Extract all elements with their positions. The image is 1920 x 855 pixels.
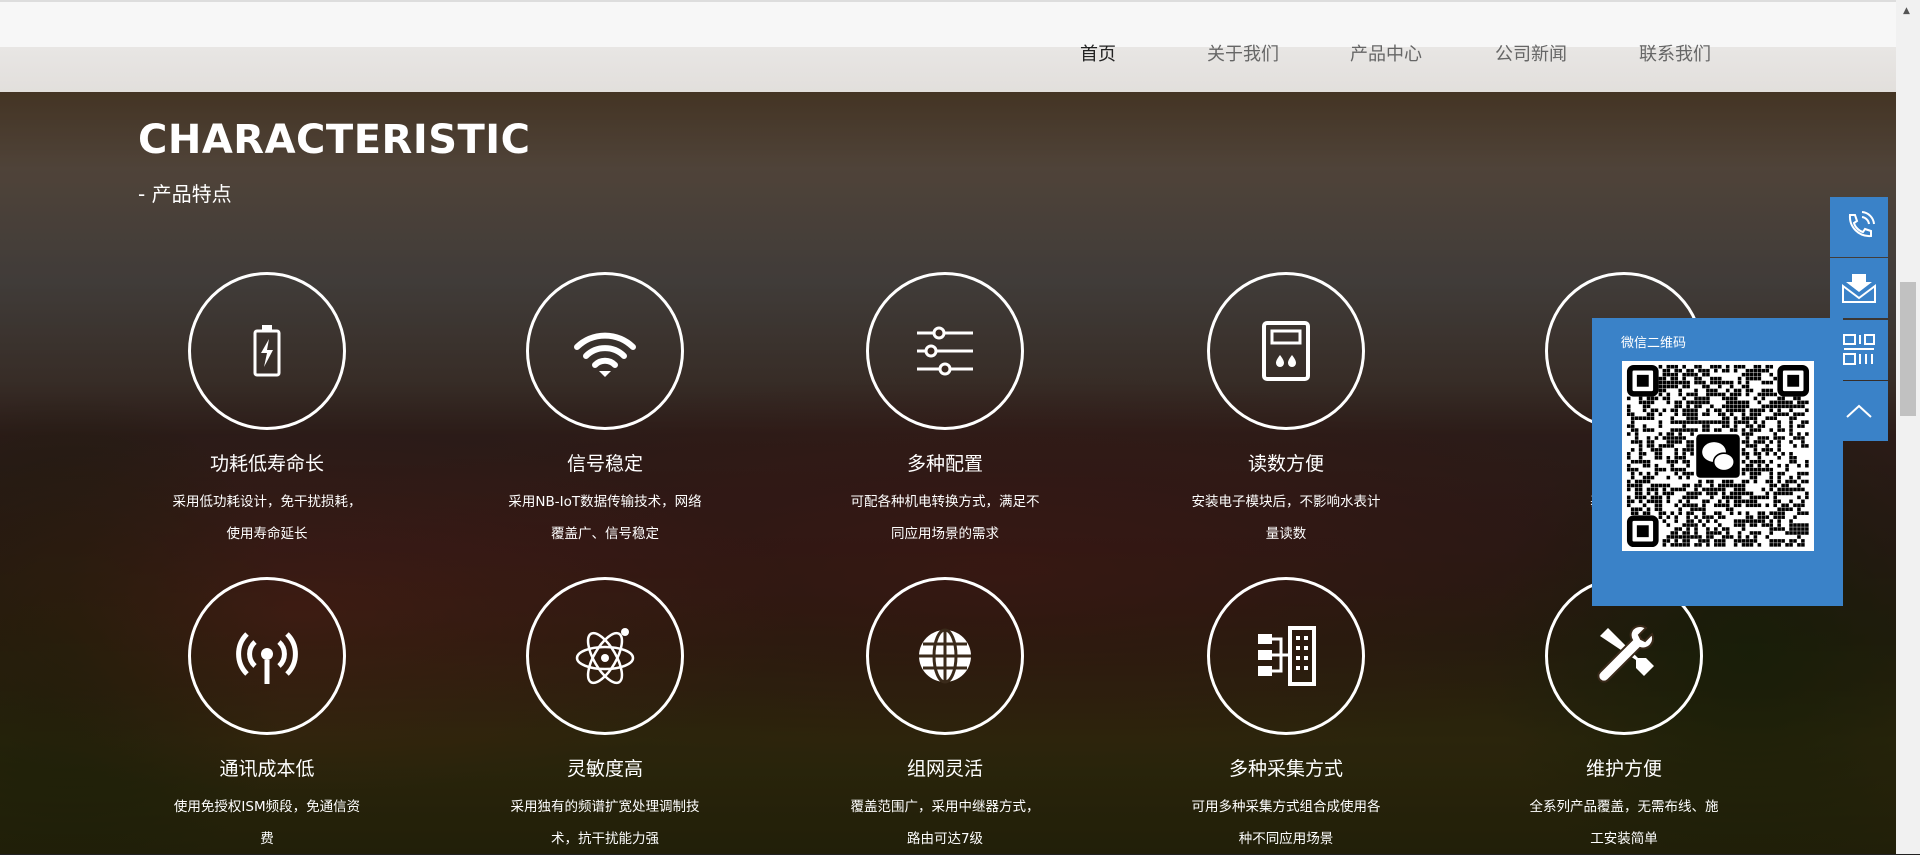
feature-card: 维护方便 全系列产品覆盖，无需布线、施 工安装简单 bbox=[1494, 577, 1754, 855]
feature-icon-circle[interactable] bbox=[188, 577, 346, 735]
feature-card: 信号稳定 采用NB-IoT数据传输技术，网络 覆盖广、信号稳定 bbox=[475, 272, 735, 550]
feature-title: 灵敏度高 bbox=[566, 758, 643, 780]
feature-card: 多种配置 可配各种机电转换方式，满足不 同应用场景的需求 bbox=[815, 272, 1075, 550]
feature-card: 读数方便 安装电子模块后，不影响水表计 量读数 bbox=[1156, 272, 1416, 550]
feature-card: 组网灵活 覆盖范围广，采用中继器方式， 路由可达7级 bbox=[815, 577, 1075, 855]
chevron-up-icon bbox=[1846, 404, 1872, 418]
section-title: CHARACTERISTIC bbox=[138, 117, 531, 163]
feature-icon-circle[interactable] bbox=[1207, 577, 1365, 735]
feature-title: 信号稳定 bbox=[566, 453, 643, 475]
feature-card: 灵敏度高 采用独有的频谱扩宽处理调制技 术，抗干扰能力强 bbox=[475, 577, 735, 855]
desc-line: 使用免授权ISM频段，免通信资 bbox=[173, 799, 361, 815]
phone-icon bbox=[1848, 211, 1875, 238]
feature-desc: 使用免授权ISM频段，免通信资费 bbox=[157, 791, 377, 855]
feature-title: 功耗低寿命长 bbox=[209, 453, 324, 475]
desc-line: 使用寿命延长 bbox=[226, 526, 308, 542]
antenna-icon bbox=[236, 632, 298, 684]
desc-line: 量读数 bbox=[1265, 526, 1307, 542]
feature-card: 功耗低寿命长 采用低功耗设计，免干扰损耗， 使用寿命延长 bbox=[137, 272, 397, 550]
sliders-icon bbox=[917, 326, 973, 376]
wrench-screwdriver-icon bbox=[1597, 625, 1655, 683]
desc-line: 费 bbox=[260, 831, 274, 847]
qrcode-button[interactable] bbox=[1830, 320, 1888, 380]
feature-title: 组网灵活 bbox=[906, 758, 983, 780]
nav-contact[interactable]: 联系我们 bbox=[1639, 40, 1711, 66]
desc-line: 可用多种采集方式组合成使用各 bbox=[1191, 799, 1381, 815]
feature-card: 通讯成本低 使用免授权ISM频段，免通信资费 bbox=[137, 577, 397, 855]
nav-news[interactable]: 公司新闻 bbox=[1495, 40, 1567, 66]
feature-desc: 采用低功耗设计，免干扰损耗， 使用寿命延长 bbox=[157, 486, 377, 550]
desc-line: 全系列产品覆盖，无需布线、施 bbox=[1529, 799, 1719, 815]
feature-icon-circle[interactable] bbox=[866, 272, 1024, 430]
feature-icon-circle[interactable] bbox=[1207, 272, 1365, 430]
desc-line: 覆盖广、信号稳定 bbox=[551, 526, 659, 542]
nav-home[interactable]: 首页 bbox=[1080, 40, 1116, 66]
feature-title: 通讯成本低 bbox=[219, 758, 315, 780]
wifi-icon bbox=[574, 332, 636, 377]
desc-line: 同应用场景的需求 bbox=[891, 526, 999, 542]
scroll-up-arrow[interactable]: ▲ bbox=[1903, 6, 1910, 16]
nav-bar: 首页 关于我们 产品中心 公司新闻 联系我们 bbox=[0, 44, 1896, 92]
desc-line: 采用独有的频谱扩宽处理调制技 bbox=[510, 799, 700, 815]
wechat-qr-panel: 微信二维码 bbox=[1592, 318, 1843, 606]
network-nodes-icon bbox=[1258, 626, 1316, 686]
feature-desc: 可配各种机电转换方式，满足不 同应用场景的需求 bbox=[835, 486, 1055, 550]
wechat-qr-code bbox=[1622, 361, 1814, 551]
desc-line: 可配各种机电转换方式，满足不 bbox=[850, 494, 1040, 510]
feature-desc: 可用多种采集方式组合成使用各 种不同应用场景 bbox=[1176, 791, 1396, 855]
nav-products[interactable]: 产品中心 bbox=[1350, 40, 1422, 66]
qrcode-icon bbox=[1843, 334, 1875, 365]
feature-icon-circle[interactable] bbox=[188, 272, 346, 430]
feature-title: 多种配置 bbox=[906, 453, 983, 475]
desc-line: 种不同应用场景 bbox=[1238, 831, 1334, 847]
feature-desc: 覆盖范围广，采用中继器方式， 路由可达7级 bbox=[835, 791, 1055, 855]
email-button[interactable] bbox=[1830, 258, 1888, 318]
back-to-top-button[interactable] bbox=[1830, 381, 1888, 441]
desc-line: 路由可达7级 bbox=[906, 831, 984, 847]
desc-line: 术，抗干扰能力强 bbox=[551, 831, 659, 847]
nav-about[interactable]: 关于我们 bbox=[1207, 40, 1279, 66]
desc-line: 采用NB-IoT数据传输技术，网络 bbox=[508, 494, 702, 510]
feature-desc: 采用独有的频谱扩宽处理调制技 术，抗干扰能力强 bbox=[495, 791, 715, 855]
feature-title: 多种采集方式 bbox=[1228, 758, 1343, 780]
mail-icon bbox=[1842, 274, 1876, 303]
scrollbar[interactable]: ▲ bbox=[1896, 0, 1920, 854]
feature-icon-circle[interactable] bbox=[866, 577, 1024, 735]
feature-desc: 采用NB-IoT数据传输技术，网络 覆盖广、信号稳定 bbox=[495, 486, 715, 550]
feature-icon-circle[interactable] bbox=[526, 272, 684, 430]
scrollbar-thumb[interactable] bbox=[1900, 282, 1916, 416]
feature-icon-circle[interactable] bbox=[526, 577, 684, 735]
atom-icon bbox=[575, 628, 635, 685]
desc-line: 工安装简单 bbox=[1590, 831, 1658, 847]
desc-line: 覆盖范围广，采用中继器方式， bbox=[850, 799, 1040, 815]
battery-charge-icon bbox=[253, 325, 281, 377]
feature-desc: 安装电子模块后，不影响水表计 量读数 bbox=[1176, 486, 1396, 550]
qr-title: 微信二维码 bbox=[1621, 336, 1687, 351]
top-bar bbox=[0, 0, 1896, 47]
globe-icon bbox=[919, 628, 971, 684]
phone-button[interactable] bbox=[1830, 197, 1888, 257]
feature-title: 维护方便 bbox=[1585, 758, 1662, 780]
feature-card: 多种采集方式 可用多种采集方式组合成使用各 种不同应用场景 bbox=[1156, 577, 1416, 855]
feature-title: 读数方便 bbox=[1247, 453, 1324, 475]
section-subtitle: - 产品特点 bbox=[138, 182, 232, 206]
desc-line: 安装电子模块后，不影响水表计 bbox=[1191, 494, 1381, 510]
desc-line: 采用低功耗设计，免干扰损耗， bbox=[172, 494, 362, 510]
water-meter-icon bbox=[1262, 321, 1310, 381]
feature-desc: 全系列产品覆盖，无需布线、施 工安装简单 bbox=[1514, 791, 1734, 855]
